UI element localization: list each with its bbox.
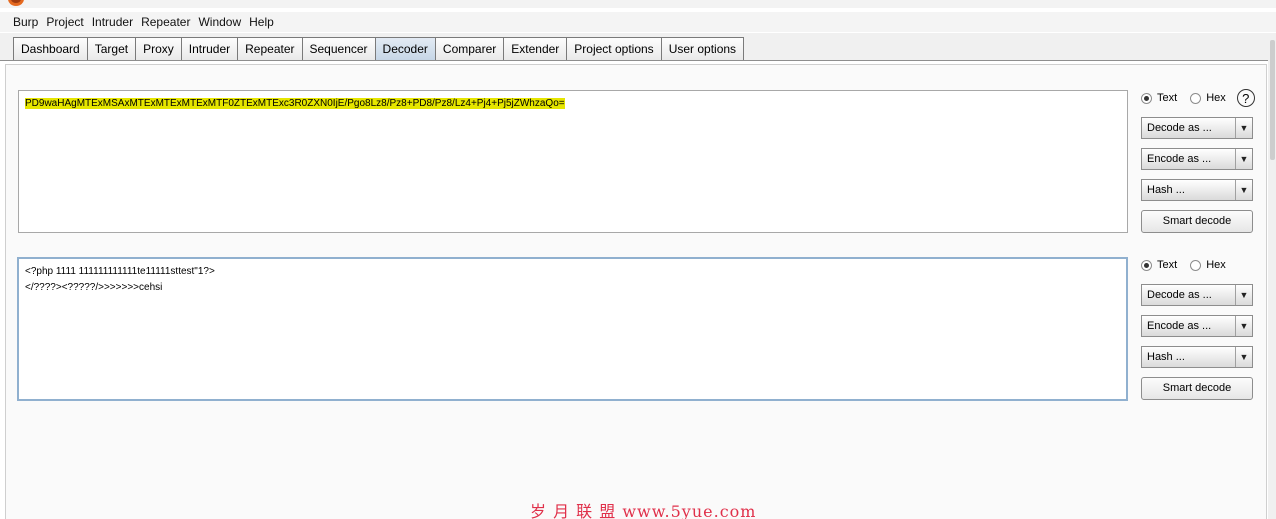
menu-intruder[interactable]: Intruder	[88, 12, 137, 32]
output-hex-radio[interactable]	[1190, 259, 1202, 271]
input-controls: Text Hex ? Decode as ... ▼ Encode as ...…	[1141, 88, 1271, 233]
input-text-radio[interactable]	[1141, 92, 1152, 104]
tab-bar: Dashboard Target Proxy Intruder Repeater…	[0, 33, 1276, 61]
output-controls: Text Hex Decode as ... ▼ Encode as ... ▼…	[1141, 255, 1271, 400]
menu-help[interactable]: Help	[245, 12, 278, 32]
input-decode-as-dropdown[interactable]: Decode as ... ▼	[1141, 117, 1253, 139]
chevron-down-icon: ▼	[1235, 149, 1252, 169]
input-encode-as-dropdown[interactable]: Encode as ... ▼	[1141, 148, 1253, 170]
output-line-2: </????><?????/>>>>>>>cehsi	[25, 282, 163, 293]
output-encode-as-label: Encode as ...	[1147, 320, 1212, 332]
tab-repeater[interactable]: Repeater	[237, 37, 303, 60]
input-hex-radio[interactable]	[1190, 92, 1202, 104]
output-format-radio-group: Text Hex	[1141, 255, 1271, 275]
tab-decoder[interactable]: Decoder	[374, 37, 436, 60]
tab-target[interactable]: Target	[86, 37, 137, 60]
menu-repeater[interactable]: Repeater	[137, 12, 194, 32]
tab-project-options[interactable]: Project options	[566, 37, 662, 60]
output-text-radio[interactable]	[1141, 259, 1152, 271]
tab-dashboard[interactable]: Dashboard	[13, 37, 88, 60]
tab-intruder[interactable]: Intruder	[180, 37, 239, 60]
input-format-radio-group: Text Hex ?	[1141, 88, 1271, 108]
tab-comparer[interactable]: Comparer	[434, 37, 505, 60]
input-smart-decode-button[interactable]: Smart decode	[1141, 210, 1253, 233]
output-hex-radio-label: Hex	[1206, 259, 1226, 271]
output-text-radio-label: Text	[1157, 259, 1178, 271]
input-hex-radio-label: Hex	[1206, 92, 1226, 104]
burp-window: Burp Project Intruder Repeater Window He…	[0, 0, 1276, 519]
chevron-down-icon: ▼	[1235, 347, 1252, 367]
output-smart-decode-button[interactable]: Smart decode	[1141, 377, 1253, 400]
chevron-down-icon: ▼	[1235, 316, 1252, 336]
tab-proxy[interactable]: Proxy	[135, 37, 182, 60]
output-decode-as-dropdown[interactable]: Decode as ... ▼	[1141, 284, 1253, 306]
menu-window[interactable]: Window	[194, 12, 245, 32]
help-icon[interactable]: ?	[1236, 89, 1255, 107]
output-decode-as-label: Decode as ...	[1147, 289, 1212, 301]
chevron-down-icon: ▼	[1235, 118, 1252, 138]
input-hash-dropdown[interactable]: Hash ... ▼	[1141, 179, 1253, 201]
tab-list: Dashboard Target Proxy Intruder Repeater…	[13, 37, 745, 61]
watermark-text: 岁 月 联 盟 www.5yue.com	[530, 502, 757, 519]
selected-input-text: PD9waHAgMTExMSAxMTExMTExMTExMTF0ZTExMTEx…	[25, 98, 565, 109]
input-decode-as-label: Decode as ...	[1147, 122, 1212, 134]
tab-user-options[interactable]: User options	[660, 37, 745, 60]
input-text-radio-label: Text	[1157, 92, 1178, 104]
title-bar	[0, 0, 1276, 8]
tab-extender[interactable]: Extender	[503, 37, 568, 60]
menu-burp[interactable]: Burp	[9, 12, 42, 32]
input-encode-as-label: Encode as ...	[1147, 153, 1212, 165]
output-encode-as-dropdown[interactable]: Encode as ... ▼	[1141, 315, 1253, 337]
decoder-input-textarea[interactable]: PD9waHAgMTExMSAxMTExMTExMTExMTF0ZTExMTEx…	[18, 90, 1128, 233]
output-line-1: <?php 1111 111111111111te11111sttest"1?>	[25, 266, 215, 277]
decoder-output-textarea[interactable]: <?php 1111 111111111111te11111sttest"1?>…	[17, 257, 1128, 401]
chevron-down-icon: ▼	[1235, 285, 1252, 305]
input-hash-label: Hash ...	[1147, 184, 1185, 196]
output-hash-dropdown[interactable]: Hash ... ▼	[1141, 346, 1253, 368]
chevron-down-icon: ▼	[1235, 180, 1252, 200]
tab-sequencer[interactable]: Sequencer	[301, 37, 376, 60]
menu-project[interactable]: Project	[42, 12, 87, 32]
menu-bar: Burp Project Intruder Repeater Window He…	[0, 12, 1276, 32]
output-hash-label: Hash ...	[1147, 351, 1185, 363]
